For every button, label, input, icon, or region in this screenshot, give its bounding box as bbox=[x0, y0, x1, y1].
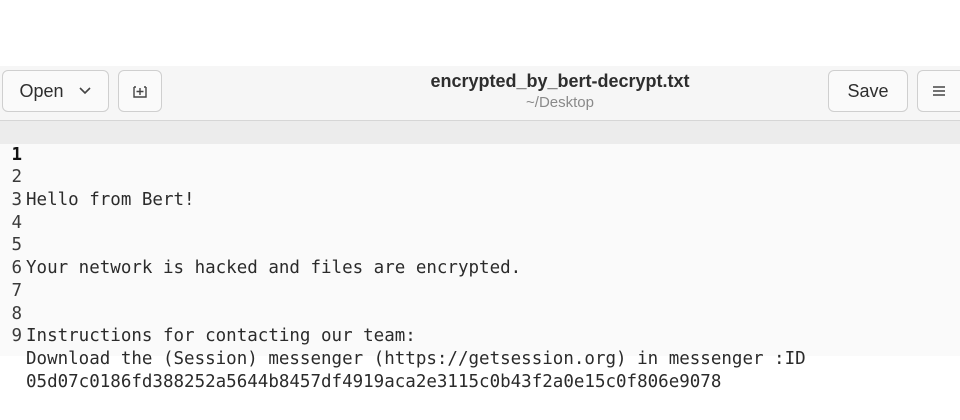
chevron-down-icon bbox=[78, 86, 92, 96]
text-editor-area[interactable]: 1 2 Hello from Bert! 3 4 5 Your network … bbox=[0, 121, 960, 392]
editor-line: 1 bbox=[0, 121, 960, 165]
editor-line: 3 bbox=[0, 166, 960, 210]
main-menu-button[interactable] bbox=[917, 70, 960, 112]
open-button[interactable]: Open bbox=[2, 70, 109, 112]
editor-line: 2 Hello from Bert! bbox=[0, 144, 960, 210]
header-bar: Open encrypted_by_bert-decrypt.txt ~/Des… bbox=[0, 66, 960, 121]
open-button-label: Open bbox=[19, 80, 64, 101]
document-path: ~/Desktop bbox=[526, 94, 594, 111]
editor-line: 7 bbox=[0, 257, 960, 301]
save-button[interactable]: Save bbox=[828, 70, 908, 112]
line-text[interactable]: 05d07c0186fd388252a5644b8457df4919aca2e3… bbox=[26, 371, 721, 394]
line-text[interactable]: Download the (Session) messenger (https:… bbox=[26, 348, 806, 371]
editor-line: 9 Download the (Session) messenger (http… bbox=[0, 303, 960, 369]
editor-line: 4 bbox=[0, 189, 960, 233]
hamburger-menu-icon bbox=[931, 84, 947, 98]
editor-line: 6 bbox=[0, 234, 960, 278]
editor-line: 8 Instructions for contacting our team: bbox=[0, 280, 960, 347]
editor-line-wrapped: 05d07c0186fd388252a5644b8457df4919aca2e3… bbox=[0, 325, 960, 392]
new-tab-button[interactable] bbox=[118, 70, 162, 112]
editor-line: 5 Your network is hacked and files are e… bbox=[0, 212, 960, 278]
document-title: encrypted_by_bert-decrypt.txt bbox=[430, 71, 690, 91]
new-tab-icon bbox=[131, 82, 149, 100]
text-editor-window: Open encrypted_by_bert-decrypt.txt ~/Des… bbox=[0, 66, 960, 392]
